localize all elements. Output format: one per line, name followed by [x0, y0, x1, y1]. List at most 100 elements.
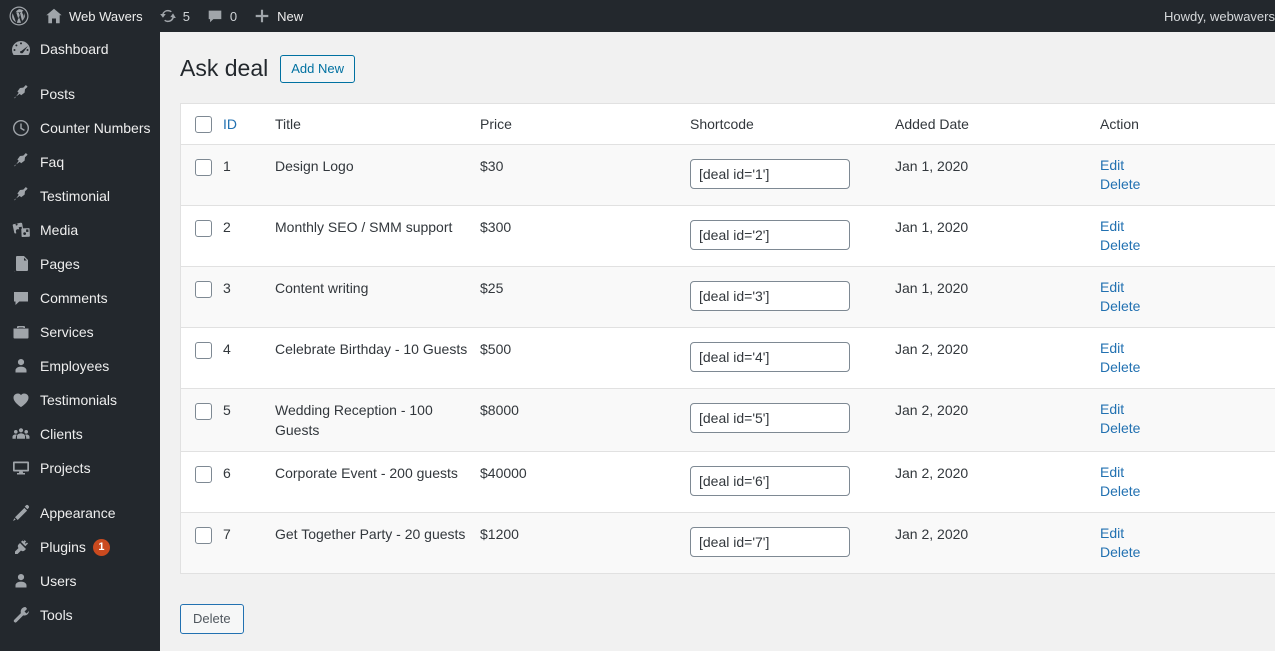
cell-shortcode — [690, 512, 895, 573]
sidebar-item-projects[interactable]: Projects — [0, 451, 160, 485]
shortcode-input[interactable] — [690, 526, 850, 557]
cell-action: Edit Delete — [1100, 327, 1275, 389]
sidebar-item-posts[interactable]: Posts — [0, 77, 160, 111]
sidebar-separator — [0, 66, 160, 77]
page-header: Ask deal Add New — [180, 54, 1275, 83]
cell-added-date: Jan 2, 2020 — [895, 451, 1100, 513]
edit-link[interactable]: Edit — [1100, 400, 1275, 419]
edit-link[interactable]: Edit — [1100, 339, 1275, 358]
cell-title: Wedding Reception - 100 Guests — [275, 388, 480, 452]
sidebar-item-counter-numbers[interactable]: Counter Numbers — [0, 111, 160, 145]
column-header-added-date: Added Date — [895, 104, 1100, 145]
sidebar-item-appearance[interactable]: Appearance — [0, 496, 160, 530]
sidebar-item-testimonials[interactable]: Testimonials — [0, 383, 160, 417]
edit-link[interactable]: Edit — [1100, 463, 1275, 482]
table-header-row: ID Title Price Shortcode Added Date Acti… — [181, 104, 1275, 145]
site-name-menu[interactable]: Web Wavers — [37, 0, 151, 32]
cell-id: 4 — [223, 327, 275, 389]
row-select-checkbox[interactable] — [195, 158, 212, 176]
shortcode-input[interactable] — [690, 341, 850, 372]
cell-price: $1200 — [480, 512, 690, 573]
wp-logo-menu[interactable] — [0, 0, 37, 32]
cell-action: Edit Delete — [1100, 388, 1275, 452]
table-row: 6Corporate Event - 200 guests$40000 Jan 2… — [181, 451, 1275, 513]
row-select-checkbox[interactable] — [195, 465, 212, 483]
cell-id: 5 — [223, 388, 275, 452]
home-icon — [45, 7, 63, 25]
sidebar-item-label: Comments — [40, 290, 108, 306]
edit-link[interactable]: Edit — [1100, 217, 1275, 236]
shortcode-input[interactable] — [690, 219, 850, 250]
sidebar-item-pages[interactable]: Pages — [0, 247, 160, 281]
cell-id: 7 — [223, 512, 275, 573]
column-header-id[interactable]: ID — [223, 104, 275, 145]
shortcode-input[interactable] — [690, 280, 850, 311]
pin-icon — [11, 152, 31, 172]
sidebar-item-tools[interactable]: Tools — [0, 598, 160, 632]
sidebar-item-clients[interactable]: Clients — [0, 417, 160, 451]
row-select-checkbox[interactable] — [195, 526, 212, 544]
edit-link[interactable]: Edit — [1100, 156, 1275, 175]
shortcode-input[interactable] — [690, 158, 850, 189]
delete-link[interactable]: Delete — [1100, 236, 1275, 255]
row-select-checkbox[interactable] — [195, 219, 212, 237]
clock-icon — [11, 118, 31, 138]
row-select-checkbox[interactable] — [195, 402, 212, 420]
bulk-delete-button[interactable]: Delete — [180, 603, 244, 634]
edit-link[interactable]: Edit — [1100, 278, 1275, 297]
shortcode-input[interactable] — [690, 402, 850, 433]
howdy-label: Howdy, webwavers — [1163, 8, 1275, 24]
sidebar-item-label: Testimonial — [40, 188, 111, 204]
plugin-icon — [11, 537, 31, 557]
pin-icon — [11, 186, 31, 206]
table-row: 2Monthly SEO / SMM support$300 Jan 1, 202… — [181, 205, 1275, 267]
comments-count: 0 — [229, 8, 238, 24]
row-select-checkbox[interactable] — [195, 341, 212, 359]
updates-menu[interactable]: 5 — [151, 0, 198, 32]
delete-link[interactable]: Delete — [1100, 482, 1275, 501]
sidebar-item-badge: 1 — [92, 538, 110, 556]
updates-icon — [159, 7, 177, 25]
sidebar-item-users[interactable]: Users — [0, 564, 160, 598]
cell-shortcode — [690, 327, 895, 389]
new-content-menu[interactable]: New — [245, 0, 311, 32]
edit-link[interactable]: Edit — [1100, 524, 1275, 543]
user-icon — [11, 356, 31, 376]
sidebar-item-label: Faq — [40, 154, 65, 170]
delete-link[interactable]: Delete — [1100, 175, 1275, 194]
row-select-cell — [181, 144, 223, 206]
cell-action: Edit Delete — [1100, 266, 1275, 328]
select-all-checkbox[interactable] — [195, 115, 212, 133]
column-header-title: Title — [275, 104, 480, 145]
cell-id: 3 — [223, 266, 275, 328]
sidebar-item-dashboard[interactable]: Dashboard — [0, 32, 160, 66]
cell-shortcode — [690, 266, 895, 328]
delete-link[interactable]: Delete — [1100, 419, 1275, 438]
row-select-checkbox[interactable] — [195, 280, 212, 298]
sidebar-item-faq[interactable]: Faq — [0, 145, 160, 179]
table-row: 1Design Logo$30 Jan 1, 2020EditDelete — [181, 144, 1275, 206]
shortcode-input[interactable] — [690, 465, 850, 496]
admin-sidebar-menu: Dashboard Posts Counter Numbers Faq Testimon… — [0, 32, 160, 651]
sidebar-item-comments[interactable]: Comments — [0, 281, 160, 315]
sidebar-item-services[interactable]: Services — [0, 315, 160, 349]
sidebar-item-testimonial[interactable]: Testimonial — [0, 179, 160, 213]
sidebar-item-employees[interactable]: Employees — [0, 349, 160, 383]
delete-link[interactable]: Delete — [1100, 358, 1275, 377]
cell-added-date: Jan 1, 2020 — [895, 266, 1100, 328]
cell-added-date: Jan 2, 2020 — [895, 512, 1100, 573]
my-account-menu[interactable]: Howdy, webwavers — [1156, 0, 1275, 32]
sidebar-item-media[interactable]: Media — [0, 213, 160, 247]
media-icon — [11, 220, 31, 240]
delete-link[interactable]: Delete — [1100, 297, 1275, 316]
delete-link[interactable]: Delete — [1100, 543, 1275, 562]
sidebar-item-label: Posts — [40, 86, 76, 102]
comments-menu[interactable]: 0 — [198, 0, 245, 32]
table-row: 3Content writing$25 Jan 1, 2020EditDelete — [181, 266, 1275, 328]
add-new-button[interactable]: Add New — [280, 54, 355, 83]
comment-bubble-icon — [206, 7, 224, 25]
table-head: ID Title Price Shortcode Added Date Acti… — [181, 104, 1275, 145]
table-row: 7Get Together Party - 20 guests$1200 Jan … — [181, 512, 1275, 573]
page-title: Ask deal — [180, 55, 269, 81]
sidebar-item-plugins[interactable]: Plugins 1 — [0, 530, 160, 564]
